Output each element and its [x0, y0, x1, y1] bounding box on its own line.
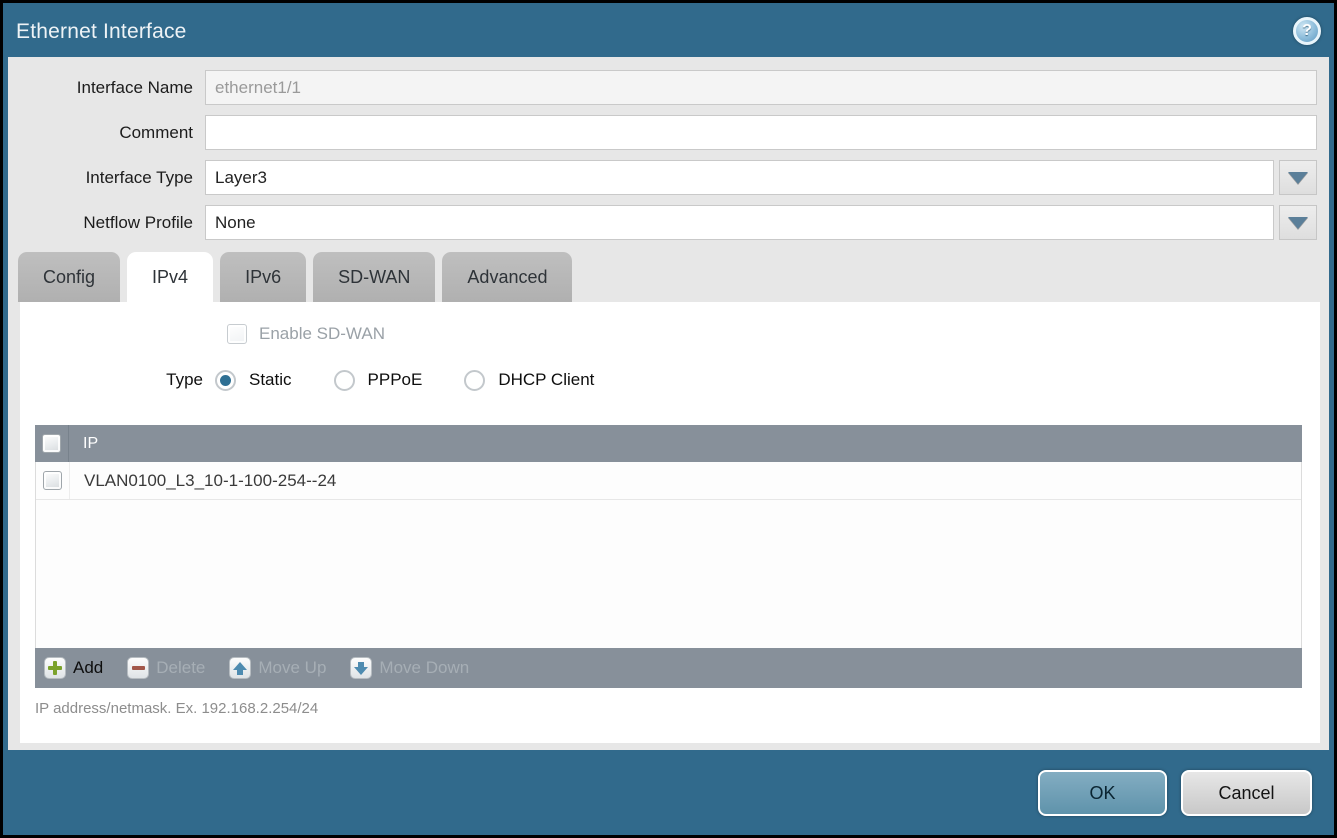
interface-type-row: Interface Type — [8, 160, 1329, 195]
move-down-button-label: Move Down — [379, 658, 469, 678]
tab-bar: Config IPv4 IPv6 SD-WAN Advanced — [18, 252, 579, 302]
interface-name-input — [205, 70, 1317, 105]
netflow-profile-input[interactable] — [205, 205, 1274, 240]
minus-icon — [127, 657, 149, 679]
enable-sdwan-row: Enable SD-WAN — [227, 324, 385, 344]
row-checkbox-cell — [36, 462, 70, 499]
table-row[interactable]: VLAN0100_L3_10-1-100-254--24 — [36, 462, 1301, 500]
netflow-profile-dropdown-button[interactable] — [1279, 205, 1317, 240]
ip-column-header: IP — [69, 435, 98, 453]
ethernet-interface-dialog: Ethernet Interface ? Interface Name Comm… — [0, 0, 1337, 838]
help-icon-glyph: ? — [1302, 22, 1312, 40]
comment-row: Comment — [8, 115, 1329, 150]
chevron-down-icon — [1288, 217, 1308, 229]
dialog-window: Ethernet Interface ? Interface Name Comm… — [3, 3, 1334, 835]
ip-table: IP VLAN0100_L3_10-1-100-254--24 — [35, 425, 1302, 688]
ip-table-toolbar: Add Delete Move Up Move Down — [35, 648, 1302, 688]
ip-table-body: VLAN0100_L3_10-1-100-254--24 — [35, 462, 1302, 648]
ip-format-hint: IP address/netmask. Ex. 192.168.2.254/24 — [35, 700, 318, 717]
netflow-profile-label: Netflow Profile — [8, 213, 205, 233]
header-checkbox-cell — [35, 425, 69, 462]
form: Interface Name Comment Interface Type — [8, 70, 1329, 250]
radio-option-pppoe: PPPoE — [334, 370, 423, 391]
delete-button-label: Delete — [156, 658, 205, 678]
interface-type-input[interactable] — [205, 160, 1274, 195]
radio-pppoe[interactable] — [334, 370, 355, 391]
dialog-title: Ethernet Interface — [16, 20, 187, 44]
netflow-profile-row: Netflow Profile — [8, 205, 1329, 240]
tab-ipv4[interactable]: IPv4 — [127, 252, 213, 302]
comment-input[interactable] — [205, 115, 1317, 150]
radio-static[interactable] — [215, 370, 236, 391]
row-ip-value: VLAN0100_L3_10-1-100-254--24 — [70, 471, 336, 491]
move-up-button: Move Up — [229, 657, 326, 679]
ipv4-tab-panel: Enable SD-WAN Type Static PPPoE DHCP Cli… — [20, 302, 1320, 743]
help-icon[interactable]: ? — [1293, 17, 1321, 45]
chevron-down-icon — [1288, 172, 1308, 184]
move-down-button: Move Down — [350, 657, 469, 679]
add-button-label: Add — [73, 658, 103, 678]
interface-name-label: Interface Name — [8, 78, 205, 98]
plus-icon — [44, 657, 66, 679]
radio-pppoe-label: PPPoE — [368, 370, 423, 390]
type-label: Type — [20, 370, 215, 390]
move-up-button-label: Move Up — [258, 658, 326, 678]
cancel-button[interactable]: Cancel — [1181, 770, 1312, 816]
tab-ipv6[interactable]: IPv6 — [220, 252, 306, 302]
comment-label: Comment — [8, 123, 205, 143]
enable-sdwan-label: Enable SD-WAN — [259, 324, 385, 344]
tab-advanced[interactable]: Advanced — [442, 252, 572, 302]
radio-option-dhcp-client: DHCP Client — [464, 370, 594, 391]
tab-config[interactable]: Config — [18, 252, 120, 302]
ok-button[interactable]: OK — [1038, 770, 1167, 816]
delete-button: Delete — [127, 657, 205, 679]
interface-type-label: Interface Type — [8, 168, 205, 188]
select-all-checkbox[interactable] — [42, 434, 61, 453]
radio-dhcp-client[interactable] — [464, 370, 485, 391]
tab-sdwan[interactable]: SD-WAN — [313, 252, 435, 302]
radio-option-static: Static — [215, 370, 292, 391]
enable-sdwan-checkbox — [227, 324, 247, 344]
radio-static-label: Static — [249, 370, 292, 390]
dialog-body: Interface Name Comment Interface Type — [8, 57, 1329, 750]
add-button[interactable]: Add — [44, 657, 103, 679]
radio-dhcp-client-label: DHCP Client — [498, 370, 594, 390]
dialog-titlebar: Ethernet Interface ? — [3, 3, 1334, 57]
ip-table-header: IP — [35, 425, 1302, 462]
row-checkbox[interactable] — [43, 471, 62, 490]
interface-name-row: Interface Name — [8, 70, 1329, 105]
arrow-down-icon — [350, 657, 372, 679]
type-radio-group: Type Static PPPoE DHCP Client — [20, 366, 1320, 394]
interface-type-dropdown-button[interactable] — [1279, 160, 1317, 195]
arrow-up-icon — [229, 657, 251, 679]
